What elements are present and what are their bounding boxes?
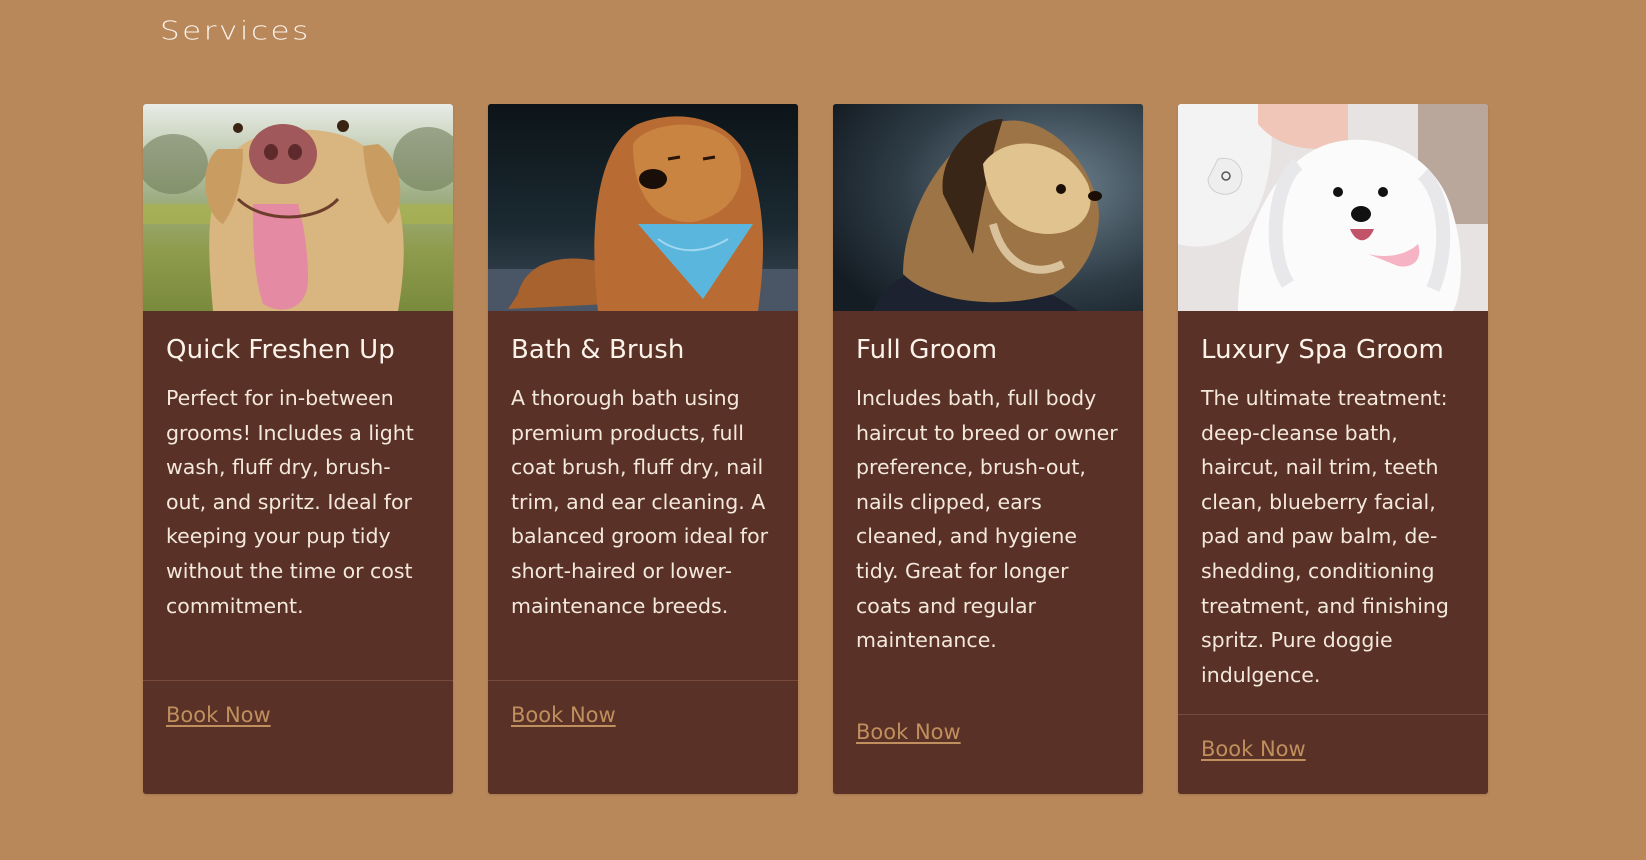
chow-chow-photo: [488, 104, 798, 311]
labrador-photo: [143, 104, 453, 311]
card-title: Luxury Spa Groom: [1201, 335, 1444, 365]
card-description: The ultimate treatment: deep-cleanse bat…: [1201, 386, 1449, 687]
section-title: Services: [160, 16, 311, 47]
card-description: A thorough bath using premium products, …: [511, 386, 769, 618]
book-now-link[interactable]: Book Now: [856, 720, 961, 744]
card-title: Full Groom: [856, 335, 998, 365]
service-card-luxury-spa-groom: Luxury Spa Groom The ultimate treatment:…: [1178, 104, 1488, 794]
book-now-link[interactable]: Book Now: [511, 703, 616, 727]
service-card-bath-and-brush: Bath & Brush A thorough bath using premi…: [488, 104, 798, 794]
card-footer: Book Now: [143, 680, 453, 794]
services-page: Services Quick Freshen Up Perfect for in…: [0, 0, 1646, 860]
card-body: Quick Freshen Up Perfect for in-between …: [143, 311, 453, 623]
white-maltese-photo: [1178, 104, 1488, 311]
card-description: Includes bath, full body haircut to bree…: [856, 386, 1118, 653]
book-now-link[interactable]: Book Now: [1201, 737, 1306, 761]
card-footer: Book Now: [833, 680, 1143, 794]
long-haired-dog-photo: [833, 104, 1143, 311]
service-cards: Quick Freshen Up Perfect for in-between …: [143, 104, 1488, 794]
service-card-full-groom: Full Groom Includes bath, full body hair…: [833, 104, 1143, 794]
service-card-quick-freshen-up: Quick Freshen Up Perfect for in-between …: [143, 104, 453, 794]
card-footer: Book Now: [488, 680, 798, 794]
card-body: Luxury Spa Groom The ultimate treatment:…: [1178, 311, 1488, 692]
book-now-link[interactable]: Book Now: [166, 703, 271, 727]
card-body: Full Groom Includes bath, full body hair…: [833, 311, 1143, 658]
card-body: Bath & Brush A thorough bath using premi…: [488, 311, 798, 623]
card-footer: Book Now: [1178, 714, 1488, 794]
card-title: Quick Freshen Up: [166, 335, 395, 365]
card-description: Perfect for in-between grooms! Includes …: [166, 386, 414, 618]
card-title: Bath & Brush: [511, 335, 685, 365]
